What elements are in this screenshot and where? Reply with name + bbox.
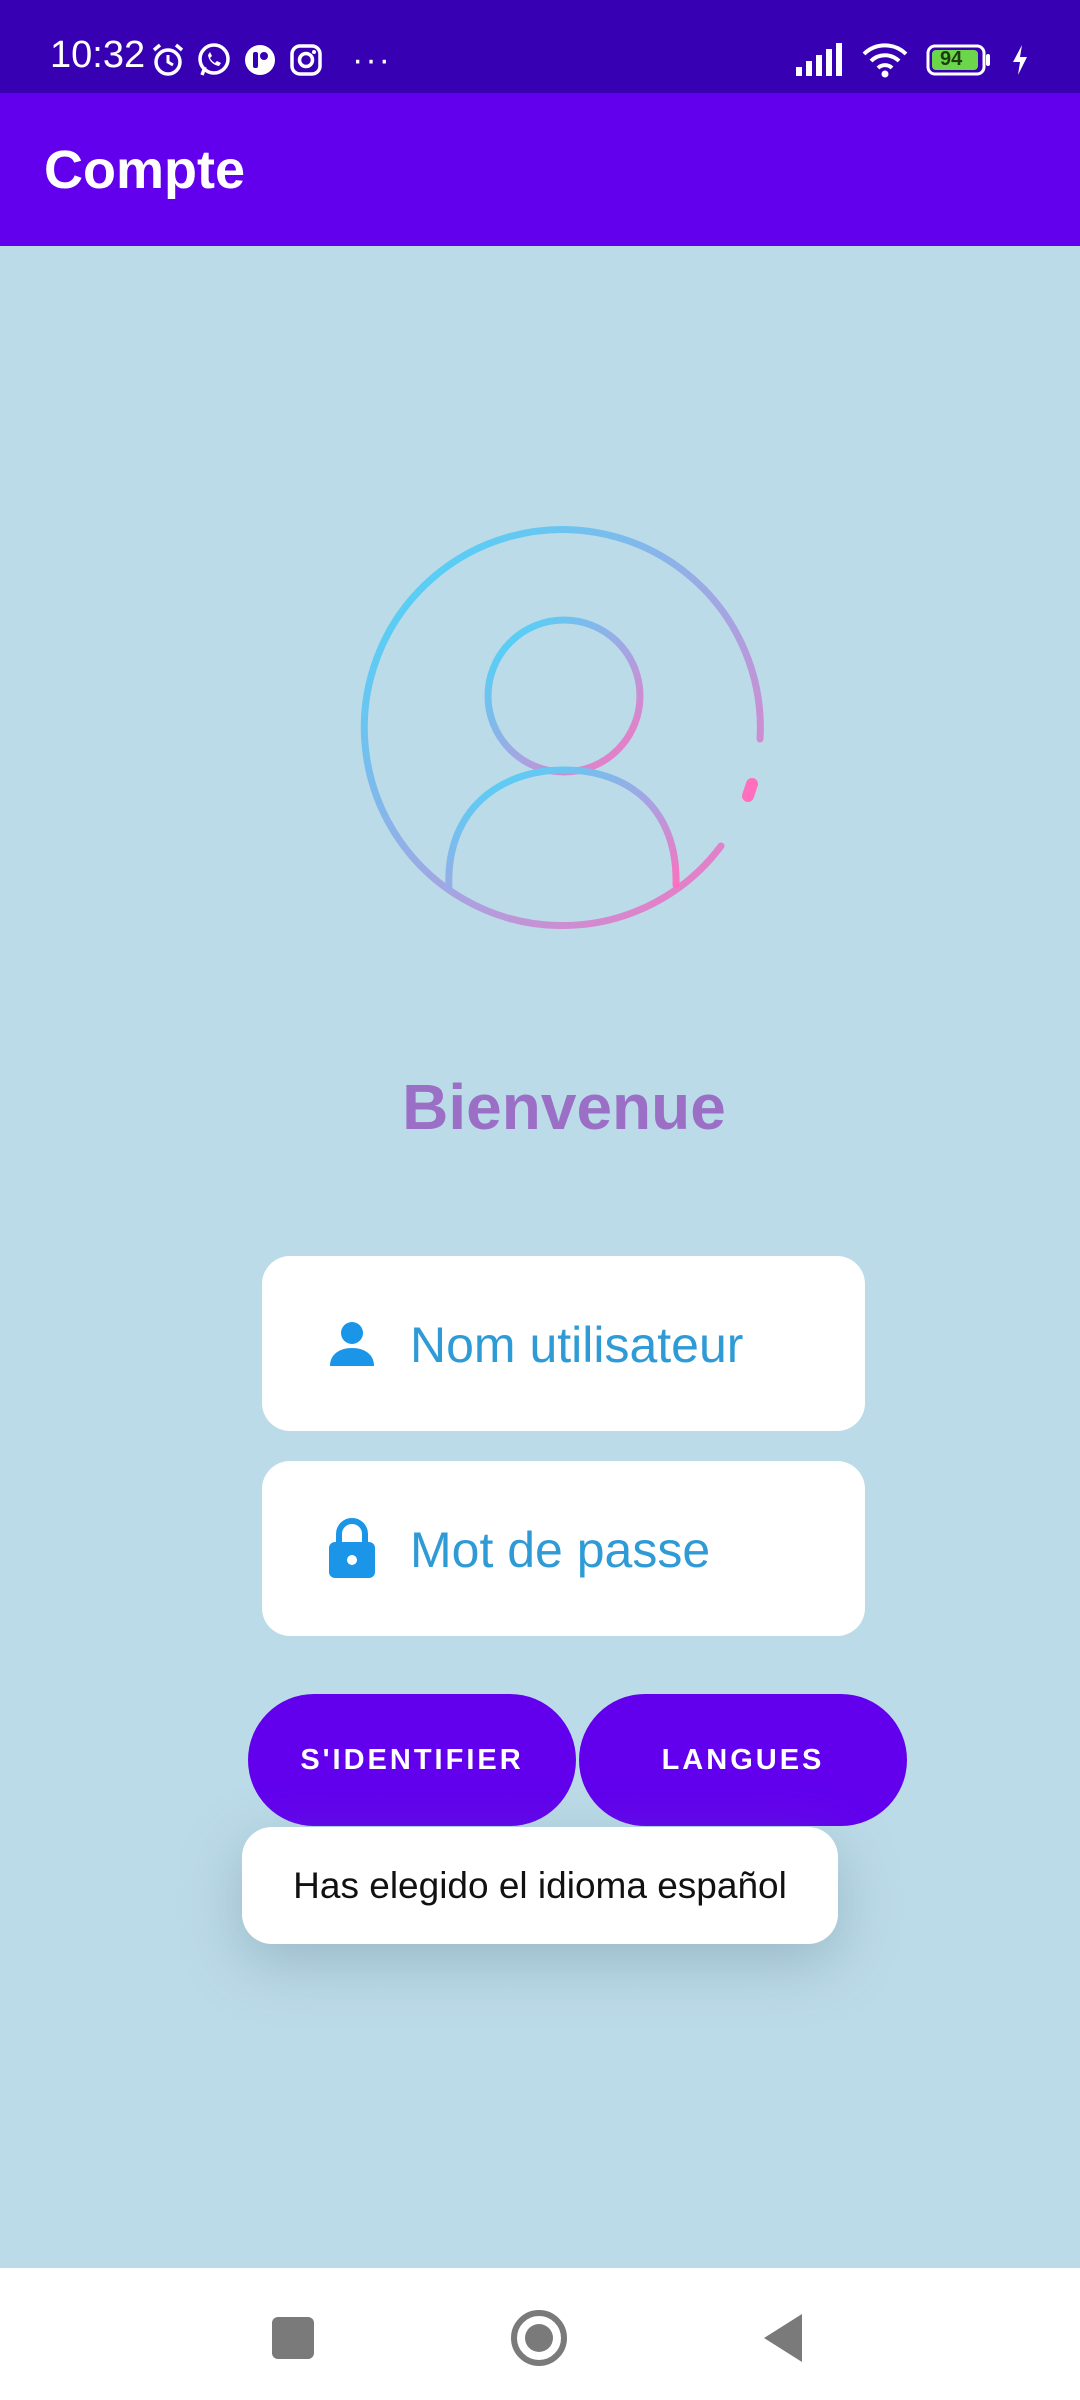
status-time: 10:32 (50, 34, 146, 76)
status-system-icons: 94 (794, 40, 1030, 80)
lock-icon (324, 1517, 380, 1578)
status-bar: 10:32 ··· 94 (0, 0, 1080, 93)
navigation-bar (0, 2268, 1080, 2400)
wifi-icon (862, 42, 908, 78)
app-bar: Compte (0, 93, 1080, 246)
charging-icon (1010, 43, 1030, 77)
battery-level: 94 (940, 48, 963, 70)
password-placeholder: Mot de passe (410, 1522, 711, 1578)
app-icon (242, 42, 278, 78)
app-bar-title: Compte (44, 140, 245, 200)
recent-apps-icon[interactable] (263, 2308, 323, 2368)
languages-button[interactable]: LANGUES (579, 1694, 907, 1826)
more-notifications-indicator: ··· (352, 41, 392, 79)
username-placeholder: Nom utilisateur (410, 1317, 744, 1373)
instagram-icon (288, 42, 324, 78)
welcome-heading: Bienvenue (402, 1071, 726, 1143)
signal-icon (794, 43, 844, 77)
status-notification-icons: ··· (150, 40, 392, 80)
whatsapp-icon (196, 42, 232, 78)
person-icon (324, 1316, 380, 1372)
back-icon[interactable] (755, 2308, 815, 2368)
battery-icon: 94 (926, 43, 992, 77)
alarm-icon (150, 42, 186, 78)
username-field[interactable]: Nom utilisateur (262, 1256, 865, 1431)
home-icon[interactable] (509, 2308, 569, 2368)
user-profile-icon (340, 520, 790, 970)
toast-message: Has elegido el idioma español (242, 1827, 838, 1944)
login-button[interactable]: S'IDENTIFIER (248, 1694, 576, 1826)
password-field[interactable]: Mot de passe (262, 1461, 865, 1636)
